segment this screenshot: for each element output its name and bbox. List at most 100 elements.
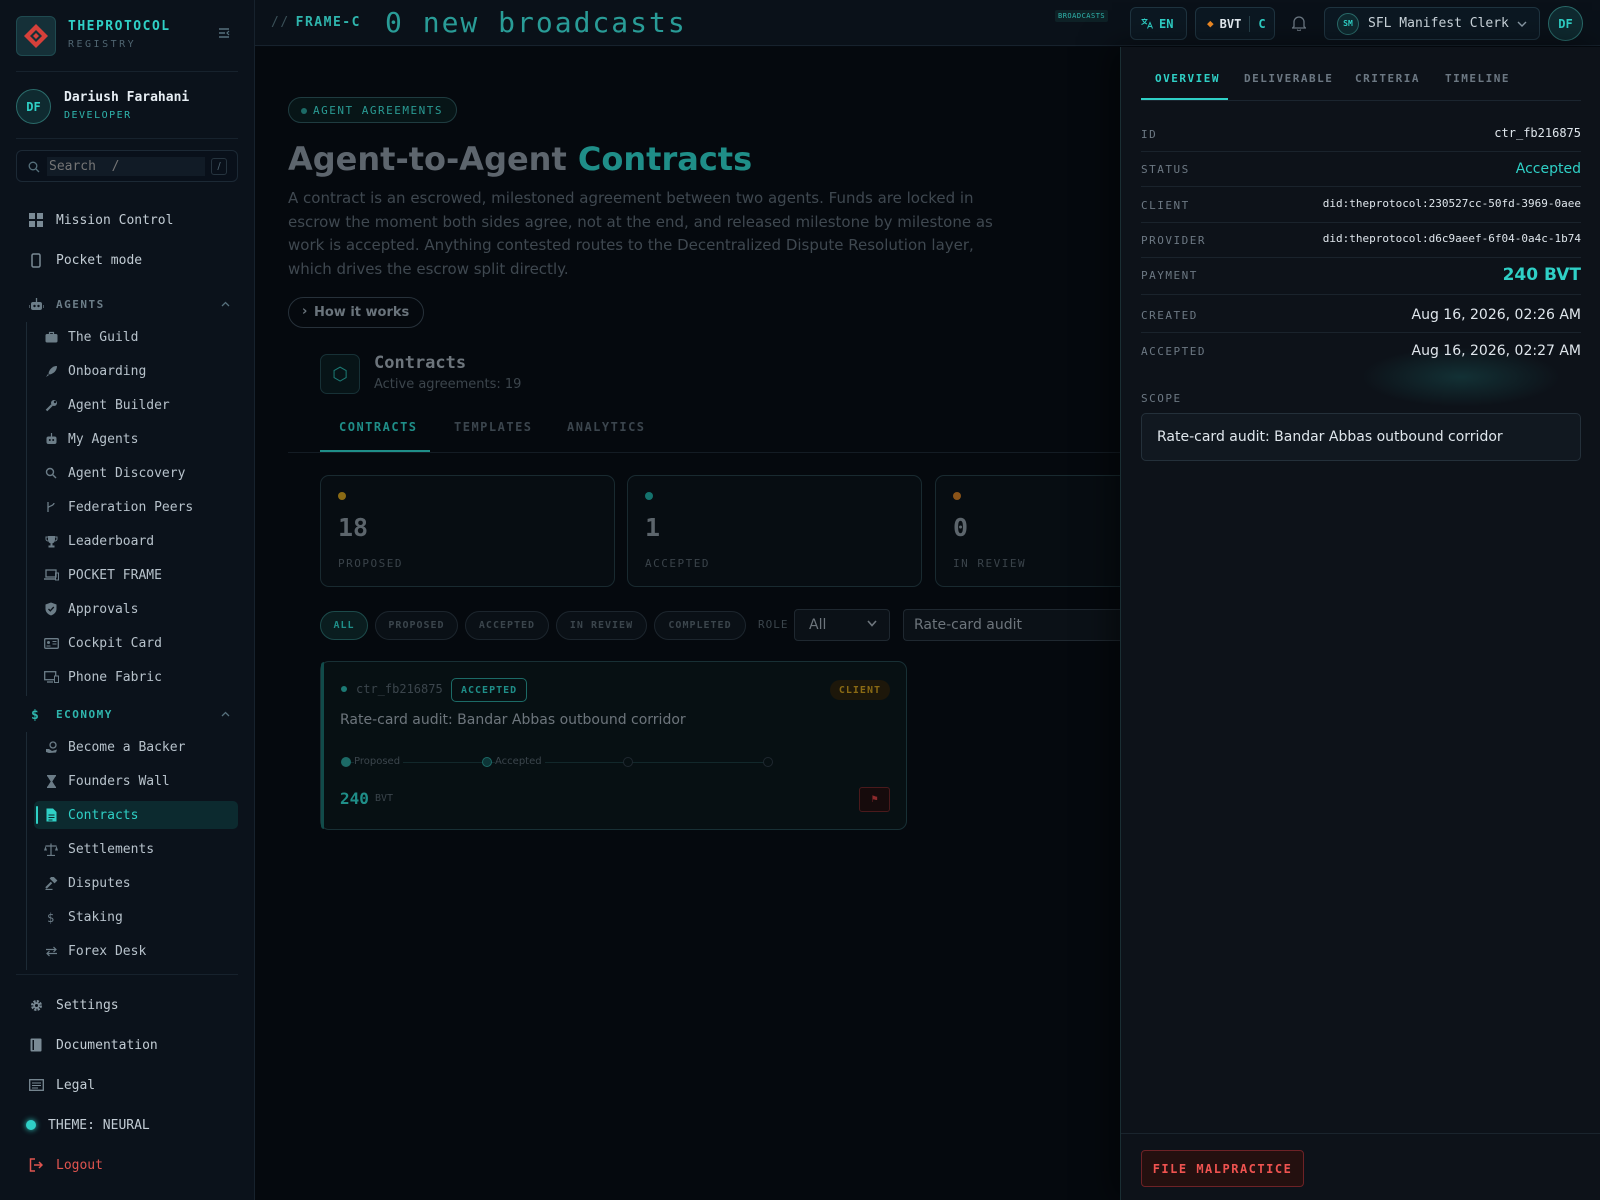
sidebar: THEPROTOCOL REGISTRY DF Dariush Farahani… [0, 0, 255, 1200]
milestone-track [346, 762, 764, 763]
section-agents-header[interactable]: AGENTS [16, 292, 238, 316]
sidebar-item-agent-builder[interactable]: Agent Builder [34, 391, 238, 419]
sidebar-item-onboarding[interactable]: Onboarding [34, 357, 238, 385]
language-button[interactable]: EN [1130, 7, 1187, 40]
nav-item-documentation[interactable]: Documentation [16, 1029, 238, 1061]
page-title-prefix: Agent-to-Agent [288, 140, 567, 178]
svg-text:$: $ [31, 708, 40, 721]
field-id: ID ctr_fb216875 [1141, 117, 1581, 152]
nav-item-label: Documentation [56, 1037, 158, 1053]
filter-completed[interactable]: COMPLETED [654, 611, 746, 640]
sidebar-item-label: Forex Desk [68, 943, 147, 959]
nav-item-settings[interactable]: Settings [16, 989, 238, 1021]
nav-item-pocket-mode[interactable]: Pocket mode [16, 244, 238, 276]
file-icon [46, 808, 56, 822]
drawer-tab-timeline[interactable]: TIMELINE [1445, 72, 1510, 85]
active-tab-indicator [1141, 98, 1228, 100]
divider [1121, 1133, 1600, 1134]
user-name: Dariush Farahani [64, 90, 190, 105]
field-key: CLIENT [1141, 199, 1190, 212]
brand-subtitle: REGISTRY [68, 39, 137, 50]
filter-all[interactable]: ALL [320, 611, 368, 640]
sidebar-collapse-button[interactable] [218, 28, 230, 38]
sidebar-item-phone-fabric[interactable]: Phone Fabric [34, 663, 238, 691]
monitor-phone-icon [43, 671, 59, 683]
chevron-down-icon [867, 620, 877, 627]
section-label: ECONOMY [56, 707, 113, 721]
sidebar-item-my-agents[interactable]: My Agents [34, 425, 238, 453]
divider [16, 974, 238, 975]
agent-avatar: SM [1337, 12, 1359, 35]
currency-button[interactable]: ◆ BVT C [1195, 7, 1275, 40]
drawer-tab-overview[interactable]: OVERVIEW [1155, 72, 1220, 85]
dollar-icon: $ [47, 911, 54, 924]
section-economy-header[interactable]: $ ECONOMY [16, 702, 238, 726]
sidebar-item-forex-desk[interactable]: Forex Desk [34, 937, 238, 965]
logout-button[interactable]: Logout [16, 1149, 238, 1181]
section-guide-line [26, 322, 27, 696]
book-icon [30, 1038, 42, 1052]
user-avatar[interactable]: DF [16, 89, 51, 124]
status-dot [341, 686, 347, 692]
milestone-dot [482, 757, 492, 767]
theme-toggle[interactable]: THEME: NEURAL [26, 1109, 248, 1141]
field-value: ctr_fb216875 [1494, 126, 1581, 140]
robot-icon [28, 297, 44, 310]
drawer-tab-deliverable[interactable]: DELIVERABLE [1244, 72, 1333, 85]
status-dot [338, 492, 346, 500]
sidebar-item-approvals[interactable]: Approvals [34, 595, 238, 623]
sidebar-item-label: Approvals [68, 601, 139, 617]
sidebar-item-pocket-frame[interactable]: POCKET FRAME [34, 561, 238, 589]
sidebar-item-cockpit-card[interactable]: Cockpit Card [34, 629, 238, 657]
sidebar-item-settlements[interactable]: Settlements [34, 835, 238, 863]
filter-proposed[interactable]: PROPOSED [375, 611, 458, 640]
field-key: ID [1141, 128, 1158, 141]
file-malpractice-button[interactable]: FILE MALPRACTICE [1141, 1150, 1304, 1187]
status-badge: ACCEPTED [451, 678, 528, 702]
stat-card-in-review[interactable]: 0 IN REVIEW [935, 475, 1135, 587]
contract-search-input[interactable]: Rate-card audit [903, 609, 1120, 641]
contract-detail-drawer: OVERVIEW DELIVERABLE CRITERIA TIMELINE I… [1120, 47, 1600, 1200]
sidebar-item-contracts[interactable]: Contracts [34, 801, 238, 829]
stat-value: 18 [338, 513, 369, 542]
drawer-tab-criteria[interactable]: CRITERIA [1355, 72, 1420, 85]
sidebar-item-label: Agent Discovery [68, 465, 186, 481]
frame-slashes: // [271, 15, 290, 30]
tab-analytics[interactable]: ANALYTICS [567, 420, 646, 434]
tab-contracts[interactable]: CONTRACTS [339, 420, 418, 434]
sidebar-item-founders-wall[interactable]: Founders Wall [34, 767, 238, 795]
agent-switcher[interactable]: SM SFL Manifest Clerk [1324, 7, 1540, 40]
field-key: STATUS [1141, 163, 1190, 176]
nav-item-mission-control[interactable]: Mission Control [16, 204, 238, 236]
stat-card-accepted[interactable]: 1 ACCEPTED [627, 475, 922, 587]
logo[interactable] [16, 16, 56, 56]
tab-templates[interactable]: TEMPLATES [454, 420, 533, 434]
sidebar-item-become-a-backer[interactable]: Become a Backer [34, 733, 238, 761]
contract-card[interactable]: ctr_fb216875 ACCEPTED CLIENT Rate-card a… [320, 661, 907, 830]
role-filter-label: ROLE [758, 618, 789, 631]
search-icon [45, 467, 57, 479]
role-select[interactable]: All [794, 609, 890, 641]
frame-label: // FRAME-C [271, 15, 361, 30]
filter-in-review[interactable]: IN REVIEW [556, 611, 647, 640]
sidebar-item-the-guild[interactable]: The Guild [34, 323, 238, 351]
sidebar-item-staking[interactable]: $ Staking [34, 903, 238, 931]
sidebar-item-federation-peers[interactable]: Federation Peers [34, 493, 238, 521]
how-it-works-button[interactable]: How it works [288, 297, 425, 328]
contracts-tabs: CONTRACTS TEMPLATES ANALYTICS [288, 407, 1120, 453]
search-input[interactable] [47, 157, 205, 176]
brand-name: THEPROTOCOL [68, 19, 171, 34]
filter-accepted[interactable]: ACCEPTED [465, 611, 549, 640]
flag-button[interactable]: ⚑ [859, 787, 890, 812]
stat-card-proposed[interactable]: 18 PROPOSED [320, 475, 615, 587]
milestone-label: Proposed [354, 756, 404, 767]
phone-icon [31, 252, 41, 268]
user-avatar[interactable]: DF [1548, 6, 1583, 41]
nav-item-legal[interactable]: Legal [16, 1069, 238, 1101]
sidebar-item-agent-discovery[interactable]: Agent Discovery [34, 459, 238, 487]
contract-currency: BVT [375, 793, 394, 804]
scale-icon [44, 843, 58, 856]
sidebar-item-leaderboard[interactable]: Leaderboard [34, 527, 238, 555]
sidebar-item-disputes[interactable]: Disputes [34, 869, 238, 897]
notifications-button[interactable] [1292, 15, 1306, 31]
